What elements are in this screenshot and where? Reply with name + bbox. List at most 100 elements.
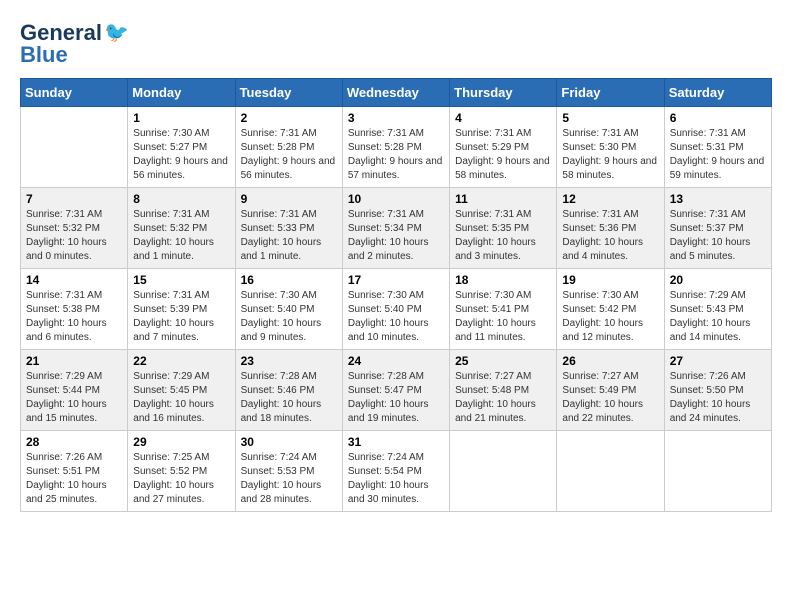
- page-header: General 🐦 Blue: [20, 20, 772, 68]
- day-info: Sunrise: 7:30 AMSunset: 5:41 PMDaylight:…: [455, 289, 551, 345]
- calendar-cell: 24 Sunrise: 7:28 AMSunset: 5:47 PMDayligh…: [342, 350, 449, 431]
- calendar-cell: 21 Sunrise: 7:29 AMSunset: 5:44 PMDayligh…: [21, 350, 128, 431]
- day-info: Sunrise: 7:29 AMSunset: 5:43 PMDaylight:…: [670, 289, 766, 345]
- day-number: 11: [455, 192, 551, 206]
- calendar-cell: 17Sunrise: 7:30 AMSunset: 5:40 PMDayligh…: [342, 269, 449, 350]
- calendar-cell: 6 Sunrise: 7:31 AMSunset: 5:31 PMDaylight…: [664, 107, 771, 188]
- day-number: 3: [348, 111, 444, 125]
- calendar-cell: 9 Sunrise: 7:31 AMSunset: 5:33 PMDaylight…: [235, 188, 342, 269]
- day-info: Sunrise: 7:31 AMSunset: 5:38 PMDaylight:…: [26, 289, 122, 345]
- day-info: Sunrise: 7:30 AMSunset: 5:42 PMDaylight:…: [562, 289, 658, 345]
- calendar-cell: 13 Sunrise: 7:31 AMSunset: 5:37 PMDayligh…: [664, 188, 771, 269]
- day-number: 26: [562, 354, 658, 368]
- day-number: 4: [455, 111, 551, 125]
- calendar-cell: 25Sunrise: 7:27 AMSunset: 5:48 PMDayligh…: [450, 350, 557, 431]
- day-number: 8: [133, 192, 229, 206]
- day-info: Sunrise: 7:31 AMSunset: 5:37 PMDaylight:…: [670, 208, 766, 264]
- calendar-cell: 18 Sunrise: 7:30 AMSunset: 5:41 PMDayligh…: [450, 269, 557, 350]
- calendar-cell: 3 Sunrise: 7:31 AMSunset: 5:28 PMDaylight…: [342, 107, 449, 188]
- day-number: 7: [26, 192, 122, 206]
- day-number: 12: [562, 192, 658, 206]
- day-info: Sunrise: 7:31 AMSunset: 5:32 PMDaylight:…: [133, 208, 229, 264]
- calendar-week-row: 14 Sunrise: 7:31 AMSunset: 5:38 PMDayligh…: [21, 269, 772, 350]
- calendar-cell: [21, 107, 128, 188]
- calendar-cell: 20 Sunrise: 7:29 AMSunset: 5:43 PMDayligh…: [664, 269, 771, 350]
- day-info: Sunrise: 7:31 AMSunset: 5:39 PMDaylight:…: [133, 289, 229, 345]
- calendar-cell: 8 Sunrise: 7:31 AMSunset: 5:32 PMDaylight…: [128, 188, 235, 269]
- day-info: Sunrise: 7:24 AMSunset: 5:53 PMDaylight:…: [241, 451, 337, 507]
- day-number: 9: [241, 192, 337, 206]
- day-number: 13: [670, 192, 766, 206]
- calendar-cell: 12 Sunrise: 7:31 AMSunset: 5:36 PMDayligh…: [557, 188, 664, 269]
- calendar-cell: 28 Sunrise: 7:26 AMSunset: 5:51 PMDayligh…: [21, 431, 128, 512]
- day-number: 20: [670, 273, 766, 287]
- calendar-cell: 16Sunrise: 7:30 AMSunset: 5:40 PMDayligh…: [235, 269, 342, 350]
- day-number: 22: [133, 354, 229, 368]
- day-number: 28: [26, 435, 122, 449]
- day-number: 15: [133, 273, 229, 287]
- calendar-cell: 10Sunrise: 7:31 AMSunset: 5:34 PMDayligh…: [342, 188, 449, 269]
- day-header-wednesday: Wednesday: [342, 79, 449, 107]
- calendar-cell: 31Sunrise: 7:24 AMSunset: 5:54 PMDayligh…: [342, 431, 449, 512]
- calendar-cell: 14 Sunrise: 7:31 AMSunset: 5:38 PMDayligh…: [21, 269, 128, 350]
- day-info: Sunrise: 7:31 AMSunset: 5:28 PMDaylight:…: [241, 127, 337, 183]
- day-info: Sunrise: 7:31 AMSunset: 5:31 PMDaylight:…: [670, 127, 766, 183]
- day-info: Sunrise: 7:31 AMSunset: 5:35 PMDaylight:…: [455, 208, 551, 264]
- day-number: 2: [241, 111, 337, 125]
- day-number: 14: [26, 273, 122, 287]
- day-info: Sunrise: 7:31 AMSunset: 5:28 PMDaylight:…: [348, 127, 444, 183]
- day-number: 24: [348, 354, 444, 368]
- calendar-week-row: 28 Sunrise: 7:26 AMSunset: 5:51 PMDayligh…: [21, 431, 772, 512]
- calendar-header-row: SundayMondayTuesdayWednesdayThursdayFrid…: [21, 79, 772, 107]
- day-number: 31: [348, 435, 444, 449]
- day-number: 30: [241, 435, 337, 449]
- day-info: Sunrise: 7:29 AMSunset: 5:45 PMDaylight:…: [133, 370, 229, 426]
- day-info: Sunrise: 7:29 AMSunset: 5:44 PMDaylight:…: [26, 370, 122, 426]
- logo: General 🐦 Blue: [20, 20, 129, 68]
- calendar-cell: 19 Sunrise: 7:30 AMSunset: 5:42 PMDayligh…: [557, 269, 664, 350]
- day-number: 21: [26, 354, 122, 368]
- calendar-cell: 26 Sunrise: 7:27 AMSunset: 5:49 PMDayligh…: [557, 350, 664, 431]
- day-info: Sunrise: 7:31 AMSunset: 5:29 PMDaylight:…: [455, 127, 551, 183]
- day-info: Sunrise: 7:27 AMSunset: 5:48 PMDaylight:…: [455, 370, 551, 426]
- day-number: 29: [133, 435, 229, 449]
- day-number: 10: [348, 192, 444, 206]
- calendar-cell: 7Sunrise: 7:31 AMSunset: 5:32 PMDaylight…: [21, 188, 128, 269]
- day-number: 5: [562, 111, 658, 125]
- calendar-cell: 23 Sunrise: 7:28 AMSunset: 5:46 PMDayligh…: [235, 350, 342, 431]
- day-number: 16: [241, 273, 337, 287]
- calendar-cell: [557, 431, 664, 512]
- day-header-saturday: Saturday: [664, 79, 771, 107]
- day-header-thursday: Thursday: [450, 79, 557, 107]
- day-header-tuesday: Tuesday: [235, 79, 342, 107]
- logo-blue-text: Blue: [20, 42, 68, 68]
- day-number: 19: [562, 273, 658, 287]
- day-number: 27: [670, 354, 766, 368]
- calendar-cell: [664, 431, 771, 512]
- calendar-cell: 2 Sunrise: 7:31 AMSunset: 5:28 PMDaylight…: [235, 107, 342, 188]
- day-info: Sunrise: 7:28 AMSunset: 5:46 PMDaylight:…: [241, 370, 337, 426]
- day-header-monday: Monday: [128, 79, 235, 107]
- calendar-table: SundayMondayTuesdayWednesdayThursdayFrid…: [20, 78, 772, 512]
- day-info: Sunrise: 7:26 AMSunset: 5:51 PMDaylight:…: [26, 451, 122, 507]
- day-info: Sunrise: 7:27 AMSunset: 5:49 PMDaylight:…: [562, 370, 658, 426]
- day-info: Sunrise: 7:31 AMSunset: 5:30 PMDaylight:…: [562, 127, 658, 183]
- day-info: Sunrise: 7:31 AMSunset: 5:33 PMDaylight:…: [241, 208, 337, 264]
- day-info: Sunrise: 7:25 AMSunset: 5:52 PMDaylight:…: [133, 451, 229, 507]
- calendar-cell: 4 Sunrise: 7:31 AMSunset: 5:29 PMDaylight…: [450, 107, 557, 188]
- calendar-week-row: 7 Sunrise: 7:31 AMSunset: 5:32 PMDaylight…: [21, 188, 772, 269]
- day-header-friday: Friday: [557, 79, 664, 107]
- day-number: 23: [241, 354, 337, 368]
- calendar-cell: 11 Sunrise: 7:31 AMSunset: 5:35 PMDayligh…: [450, 188, 557, 269]
- day-number: 1: [133, 111, 229, 125]
- logo-bird-icon: 🐦: [104, 23, 129, 43]
- day-info: Sunrise: 7:28 AMSunset: 5:47 PMDaylight:…: [348, 370, 444, 426]
- day-info: Sunrise: 7:26 AMSunset: 5:50 PMDaylight:…: [670, 370, 766, 426]
- day-number: 18: [455, 273, 551, 287]
- calendar-cell: [450, 431, 557, 512]
- day-number: 17: [348, 273, 444, 287]
- calendar-cell: 15 Sunrise: 7:31 AMSunset: 5:39 PMDayligh…: [128, 269, 235, 350]
- calendar-cell: 5 Sunrise: 7:31 AMSunset: 5:30 PMDaylight…: [557, 107, 664, 188]
- day-info: Sunrise: 7:31 AMSunset: 5:36 PMDaylight:…: [562, 208, 658, 264]
- day-number: 6: [670, 111, 766, 125]
